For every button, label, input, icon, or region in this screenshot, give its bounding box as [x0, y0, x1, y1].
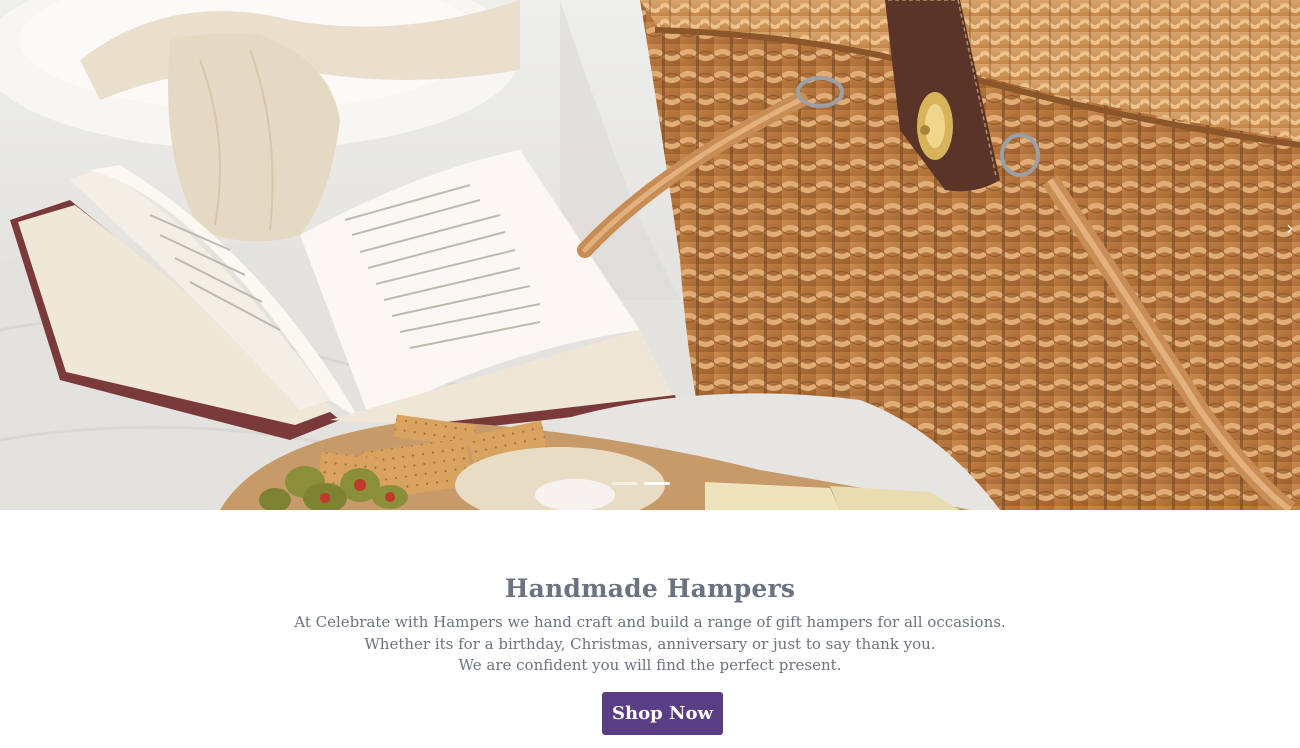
intro-description: At Celebrate with Hampers we hand craft …	[0, 612, 1300, 677]
intro-section: Handmade Hampers At Celebrate with Hampe…	[0, 510, 1300, 748]
hero-image	[0, 0, 1300, 510]
slider-dot-2[interactable]	[644, 482, 670, 485]
section-title: Handmade Hampers	[504, 574, 796, 603]
slider-pagination	[612, 482, 670, 485]
intro-line-1: At Celebrate with Hampers we hand craft …	[294, 613, 1006, 631]
intro-line-2: Whether its for a birthday, Christmas, a…	[364, 634, 936, 653]
hero-slider: ›	[0, 0, 1300, 510]
shop-now-button[interactable]: Shop Now	[602, 692, 723, 735]
slider-next-arrow[interactable]: ›	[1286, 216, 1298, 240]
chevron-right-icon: ›	[1286, 216, 1294, 240]
intro-line-3: We are confident you will find the perfe…	[458, 656, 842, 674]
slider-dot-1[interactable]	[612, 482, 638, 485]
